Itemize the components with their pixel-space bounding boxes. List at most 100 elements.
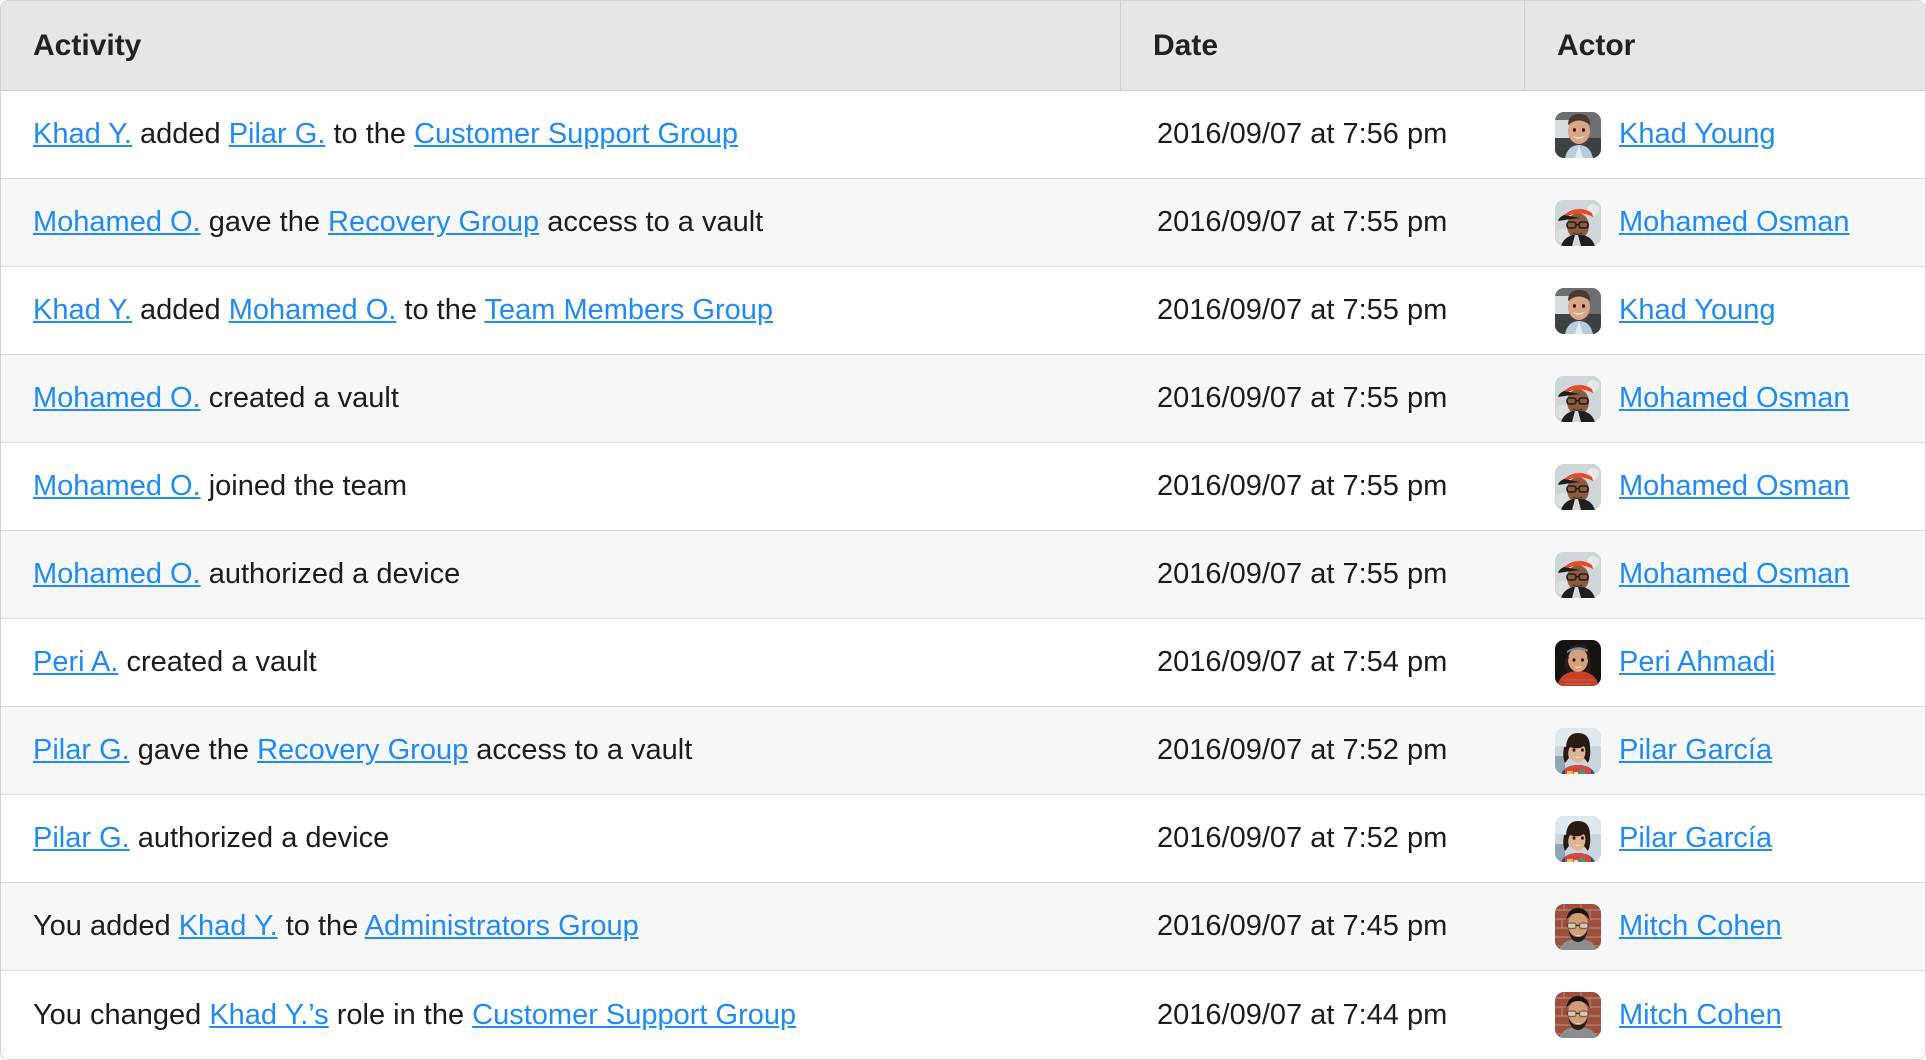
activity-cell: Pilar G. authorized a device xyxy=(1,795,1121,883)
table-row: You changed Khad Y.’s role in the Custom… xyxy=(1,971,1925,1059)
actor-cell: Khad Young xyxy=(1525,267,1925,355)
date-cell: 2016/09/07 at 7:44 pm xyxy=(1121,971,1525,1059)
date-cell: 2016/09/07 at 7:45 pm xyxy=(1121,883,1525,971)
activity-cell: Khad Y. added Pilar G. to the Customer S… xyxy=(1,91,1121,179)
activity-text: access to a vault xyxy=(539,206,764,239)
activity-text: to the xyxy=(325,118,415,151)
activity-link[interactable]: Team Members Group xyxy=(485,294,774,326)
table-row: Khad Y. added Pilar G. to the Customer S… xyxy=(1,91,1925,179)
activity-link[interactable]: Khad Y. xyxy=(179,910,278,942)
activity-cell: Peri A. created a vault xyxy=(1,619,1121,707)
actor-link[interactable]: Khad Young xyxy=(1619,294,1775,327)
actor-cell: Mitch Cohen xyxy=(1525,883,1925,971)
actor-wrap: Khad Young xyxy=(1555,287,1913,334)
activity-link[interactable]: Khad Y.’s xyxy=(209,999,328,1031)
actor-wrap: Peri Ahmadi xyxy=(1555,639,1913,686)
activity-text: access to a vault xyxy=(468,734,693,767)
actor-cell: Pilar García xyxy=(1525,795,1925,883)
activity-link[interactable]: Administrators Group xyxy=(365,910,639,942)
activity-link[interactable]: Mohamed O. xyxy=(33,558,201,590)
actor-link[interactable]: Mohamed Osman xyxy=(1619,558,1850,591)
actor-cell: Mohamed Osman xyxy=(1525,531,1925,619)
actor-link[interactable]: Mohamed Osman xyxy=(1619,382,1850,415)
mohamed-osman-avatar xyxy=(1555,375,1601,422)
activity-link[interactable]: Pilar G. xyxy=(33,822,130,854)
column-header-actor[interactable]: Actor xyxy=(1525,1,1925,91)
actor-cell: Peri Ahmadi xyxy=(1525,619,1925,707)
date-cell: 2016/09/07 at 7:55 pm xyxy=(1121,531,1525,619)
table-row: Pilar G. gave the Recovery Group access … xyxy=(1,707,1925,795)
date-cell: 2016/09/07 at 7:56 pm xyxy=(1121,91,1525,179)
activity-link[interactable]: Mohamed O. xyxy=(33,206,201,238)
table-row: Khad Y. added Mohamed O. to the Team Mem… xyxy=(1,267,1925,355)
activity-link[interactable]: Peri A. xyxy=(33,646,118,678)
table-body: Khad Y. added Pilar G. to the Customer S… xyxy=(1,91,1925,1059)
date-cell: 2016/09/07 at 7:55 pm xyxy=(1121,355,1525,443)
table-row: Peri A. created a vault 2016/09/07 at 7:5… xyxy=(1,619,1925,707)
activity-link[interactable]: Customer Support Group xyxy=(414,118,738,150)
actor-wrap: Mitch Cohen xyxy=(1555,992,1913,1038)
activity-log-table: Activity Date Actor Khad Y. added Pilar … xyxy=(0,0,1926,1060)
activity-text: authorized a device xyxy=(200,558,461,591)
activity-link[interactable]: Mohamed O. xyxy=(33,470,201,502)
actor-wrap: Mitch Cohen xyxy=(1555,903,1913,950)
actor-wrap: Mohamed Osman xyxy=(1555,463,1913,510)
actor-link[interactable]: Peri Ahmadi xyxy=(1619,646,1775,679)
activity-link[interactable]: Pilar G. xyxy=(229,118,326,150)
table-row: Mohamed O. gave the Recovery Group acces… xyxy=(1,179,1925,267)
date-cell: 2016/09/07 at 7:55 pm xyxy=(1121,179,1525,267)
mohamed-osman-avatar xyxy=(1555,199,1601,246)
actor-wrap: Mohamed Osman xyxy=(1555,375,1913,422)
pilar-garcia-avatar xyxy=(1555,727,1601,774)
date-cell: 2016/09/07 at 7:55 pm xyxy=(1121,267,1525,355)
activity-cell: Mohamed O. joined the team xyxy=(1,443,1121,531)
activity-link[interactable]: Khad Y. xyxy=(33,294,132,326)
pilar-garcia-avatar xyxy=(1555,815,1601,862)
table-row: Mohamed O. created a vault 2016/09/07 at … xyxy=(1,355,1925,443)
actor-wrap: Mohamed Osman xyxy=(1555,199,1913,246)
khad-young-avatar xyxy=(1555,111,1601,158)
activity-text: added xyxy=(131,118,229,151)
actor-link[interactable]: Pilar García xyxy=(1619,822,1772,855)
date-cell: 2016/09/07 at 7:55 pm xyxy=(1121,443,1525,531)
actor-cell: Mohamed Osman xyxy=(1525,179,1925,267)
activity-text: joined the team xyxy=(200,470,407,503)
activity-cell: Mohamed O. created a vault xyxy=(1,355,1121,443)
actor-wrap: Mohamed Osman xyxy=(1555,551,1913,598)
actor-cell: Khad Young xyxy=(1525,91,1925,179)
activity-text: authorized a device xyxy=(129,822,390,855)
column-header-date[interactable]: Date xyxy=(1121,1,1525,91)
actor-link[interactable]: Mohamed Osman xyxy=(1619,470,1850,503)
activity-link[interactable]: Recovery Group xyxy=(257,734,468,766)
activity-text: role in the xyxy=(328,998,473,1031)
date-cell: 2016/09/07 at 7:54 pm xyxy=(1121,619,1525,707)
khad-young-avatar xyxy=(1555,287,1601,334)
activity-link[interactable]: Mohamed O. xyxy=(229,294,397,326)
actor-wrap: Pilar García xyxy=(1555,815,1913,862)
activity-text: You changed xyxy=(33,998,210,1031)
actor-link[interactable]: Mohamed Osman xyxy=(1619,206,1850,239)
activity-link[interactable]: Khad Y. xyxy=(33,118,132,150)
date-cell: 2016/09/07 at 7:52 pm xyxy=(1121,707,1525,795)
activity-link[interactable]: Pilar G. xyxy=(33,734,130,766)
activity-link[interactable]: Customer Support Group xyxy=(472,999,796,1031)
actor-link[interactable]: Pilar García xyxy=(1619,734,1772,767)
actor-cell: Mohamed Osman xyxy=(1525,443,1925,531)
activity-cell: You added Khad Y. to the Administrators … xyxy=(1,883,1121,971)
mitch-cohen-avatar xyxy=(1555,992,1601,1038)
activity-link[interactable]: Mohamed O. xyxy=(33,382,201,414)
activity-text: created a vault xyxy=(200,382,399,415)
activity-cell: Mohamed O. authorized a device xyxy=(1,531,1121,619)
actor-link[interactable]: Mitch Cohen xyxy=(1619,999,1782,1032)
column-header-activity[interactable]: Activity xyxy=(1,1,1121,91)
activity-link[interactable]: Recovery Group xyxy=(328,206,539,238)
mohamed-osman-avatar xyxy=(1555,551,1601,598)
actor-wrap: Pilar García xyxy=(1555,727,1913,774)
activity-text: created a vault xyxy=(118,646,317,679)
table-row: Mohamed O. authorized a device 2016/09/07… xyxy=(1,531,1925,619)
actor-link[interactable]: Khad Young xyxy=(1619,118,1775,151)
actor-link[interactable]: Mitch Cohen xyxy=(1619,910,1782,943)
activity-text: gave the xyxy=(200,206,329,239)
activity-text: gave the xyxy=(129,734,258,767)
mitch-cohen-avatar xyxy=(1555,903,1601,950)
